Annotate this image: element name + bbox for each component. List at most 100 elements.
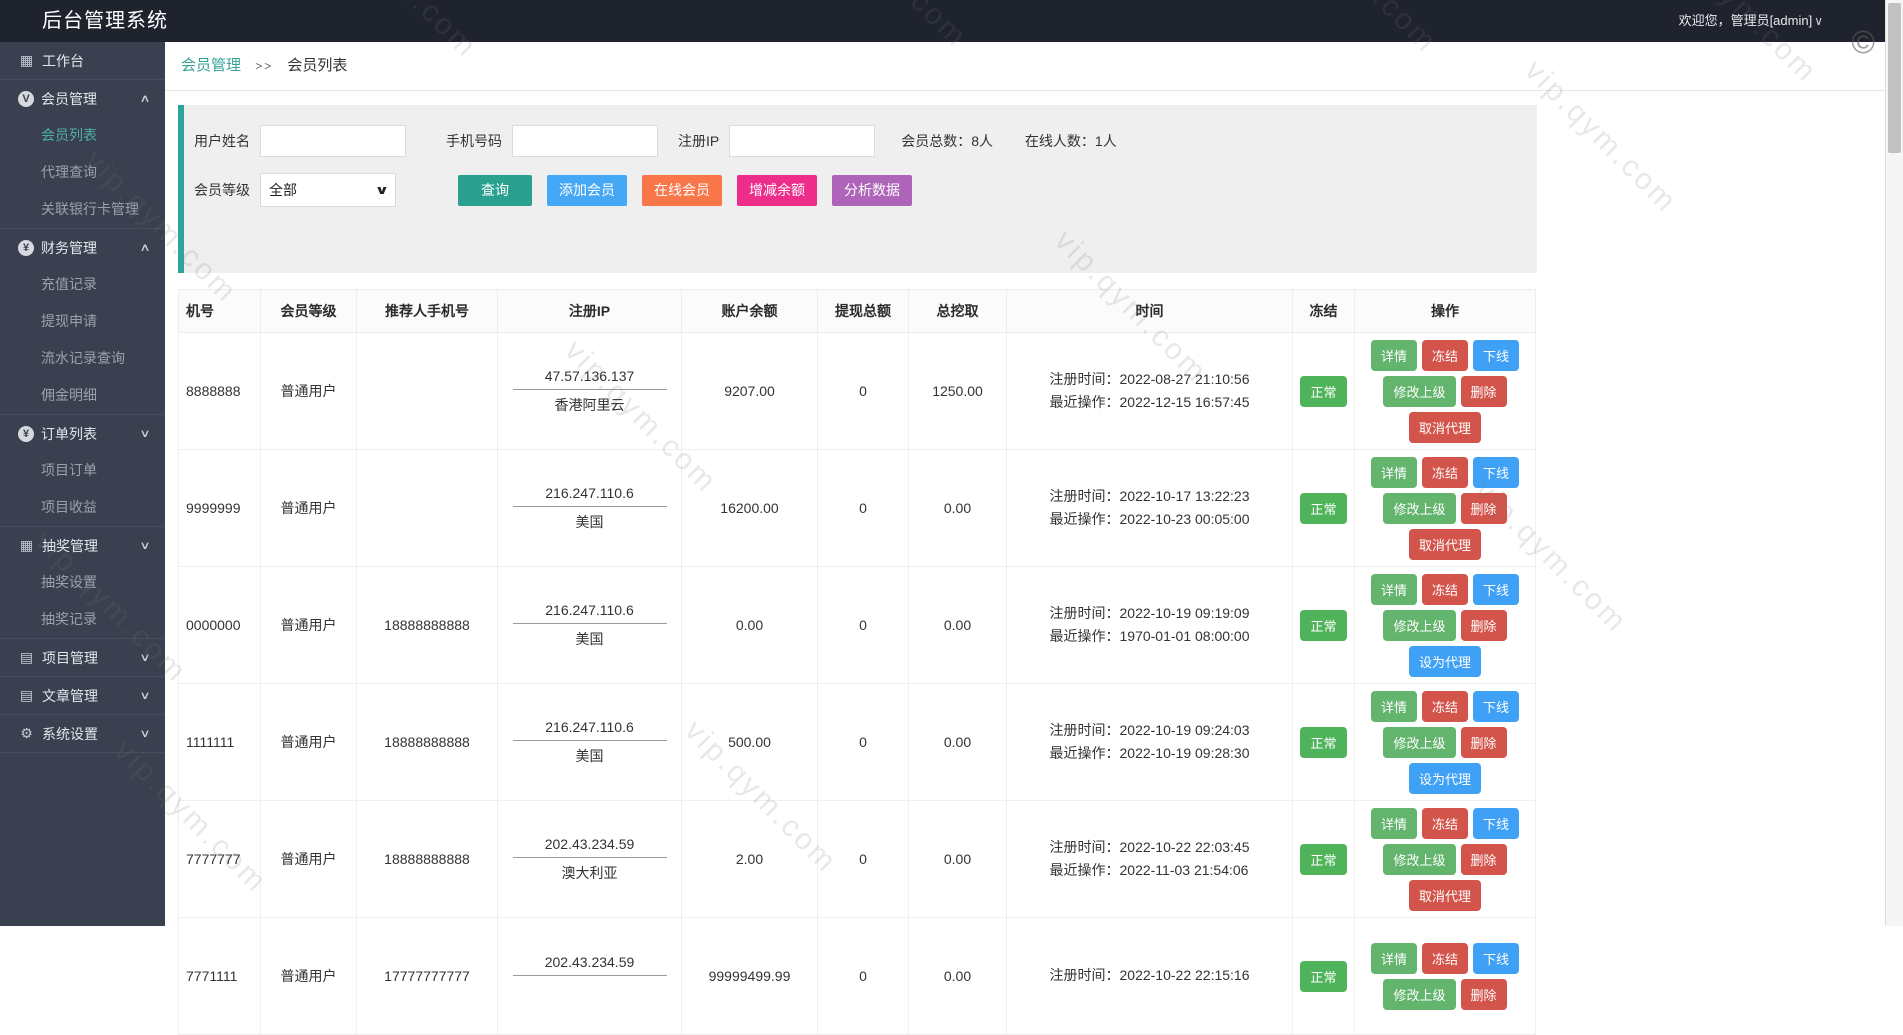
breadcrumb-parent-link[interactable]: 会员管理 <box>181 57 241 74</box>
ip-address: 216.247.110.6 <box>545 601 634 618</box>
offline-button[interactable]: 下线 <box>1473 339 1520 371</box>
phone-input[interactable] <box>512 125 658 157</box>
sidebar-item-article-management[interactable]: ▤ 文章管理 ∨ <box>0 677 165 714</box>
column-header: 注册IP <box>497 289 682 333</box>
freeze-button[interactable]: 冻结 <box>1421 456 1468 488</box>
username-input[interactable] <box>260 125 406 157</box>
delete-button[interactable]: 删除 <box>1460 843 1507 875</box>
modify-parent-button[interactable]: 修改上级 <box>1383 375 1456 407</box>
sidebar-item-lottery-management[interactable]: ▦ 抽奖管理 ∨ <box>0 527 165 564</box>
cell-register-ip: 216.247.110.6 美国 <box>497 566 682 684</box>
adjust-balance-button[interactable]: 增减余额 <box>737 174 817 206</box>
sidebar-subitem[interactable]: 项目收益 <box>0 489 165 526</box>
add-member-button[interactable]: 添加会员 <box>547 174 627 206</box>
detail-button[interactable]: 详情 <box>1370 573 1417 605</box>
sidebar-group-lottery-management: ▦ 抽奖管理 ∨ 抽奖设置 抽奖记录 <box>0 527 165 639</box>
cell-balance: 9207.00 <box>681 332 818 450</box>
offline-button[interactable]: 下线 <box>1473 807 1520 839</box>
sidebar-item-label: 工作台 <box>42 52 84 69</box>
offline-button[interactable]: 下线 <box>1473 456 1520 488</box>
sidebar-subitem[interactable]: 关联银行卡管理 <box>0 191 165 228</box>
finance-icon: ¥ <box>18 239 34 256</box>
agent-toggle-button[interactable]: 设为代理 <box>1408 645 1481 677</box>
column-header: 推荐人手机号 <box>356 289 498 333</box>
offline-button[interactable]: 下线 <box>1473 942 1520 974</box>
query-button[interactable]: 查询 <box>458 174 532 206</box>
chevron-down-icon: ∨ <box>139 540 151 552</box>
modify-parent-button[interactable]: 修改上级 <box>1383 492 1456 524</box>
cell-register-ip: 216.247.110.6 美国 <box>497 449 682 567</box>
agent-toggle-button[interactable]: 设为代理 <box>1408 762 1481 794</box>
modify-parent-button[interactable]: 修改上级 <box>1383 978 1456 1010</box>
detail-button[interactable]: 详情 <box>1370 690 1417 722</box>
agent-toggle-button[interactable]: 取消代理 <box>1408 411 1481 443</box>
detail-button[interactable]: 详情 <box>1370 942 1417 974</box>
status-badge[interactable]: 正常 <box>1300 843 1347 875</box>
ip-location: 澳大利亚 <box>561 864 618 881</box>
detail-button[interactable]: 详情 <box>1370 807 1417 839</box>
sidebar-item-workbench[interactable]: ▦ 工作台 <box>0 42 165 79</box>
top-header: 后台管理系统 欢迎您，管理员[admin] ∨ <box>0 0 1903 42</box>
table-row: 9999999 普通用户 216.247.110.6 美国 16200.00 0 0.00 注… <box>178 449 1536 567</box>
sidebar-subitem[interactable]: 抽奖设置 <box>0 564 165 601</box>
freeze-button[interactable]: 冻结 <box>1421 942 1468 974</box>
detail-button[interactable]: 详情 <box>1370 339 1417 371</box>
column-header: 操作 <box>1354 289 1536 333</box>
sidebar-subitem[interactable]: 提现申请 <box>0 303 165 340</box>
chevron-down-icon: ∨ <box>139 428 151 440</box>
sidebar-subitem[interactable]: 佣金明细 <box>0 377 165 414</box>
delete-button[interactable]: 删除 <box>1460 492 1507 524</box>
scrollbar-thumb[interactable] <box>1888 3 1901 153</box>
delete-button[interactable]: 删除 <box>1460 726 1507 758</box>
modify-parent-button[interactable]: 修改上级 <box>1383 726 1456 758</box>
user-menu[interactable]: 欢迎您，管理员[admin] ∨ <box>1679 0 1823 42</box>
delete-button[interactable]: 删除 <box>1460 978 1507 1010</box>
freeze-button[interactable]: 冻结 <box>1421 807 1468 839</box>
freeze-button[interactable]: 冻结 <box>1421 339 1468 371</box>
delete-button[interactable]: 删除 <box>1460 609 1507 641</box>
sidebar-item-project-management[interactable]: ▤ 项目管理 ∨ <box>0 639 165 676</box>
sidebar-subitem[interactable]: 项目订单 <box>0 452 165 489</box>
online-members-stat: 在线人数：1人 <box>1024 133 1117 149</box>
delete-button[interactable]: 删除 <box>1460 375 1507 407</box>
table-row: 7771111 普通用户 17777777777 202.43.234.59 99999… <box>178 917 1536 1035</box>
agent-toggle-button[interactable]: 取消代理 <box>1408 879 1481 911</box>
cell-referrer: 18888888888 <box>356 800 498 918</box>
sidebar-subitem[interactable]: 流水记录查询 <box>0 340 165 377</box>
cell-mined-total: 0.00 <box>908 566 1007 684</box>
column-header: 提现总额 <box>817 289 909 333</box>
cell-freeze-status: 正常 <box>1292 332 1355 450</box>
sidebar-item-system-settings[interactable]: ⚙ 系统设置 ∨ <box>0 715 165 752</box>
member-level-select[interactable]: 全部 ∨ <box>260 173 396 207</box>
freeze-button[interactable]: 冻结 <box>1421 573 1468 605</box>
column-header: 账户余额 <box>681 289 818 333</box>
status-badge[interactable]: 正常 <box>1300 609 1347 641</box>
cell-balance: 16200.00 <box>681 449 818 567</box>
sidebar-item-member-management[interactable]: V 会员管理 ∧ <box>0 80 165 117</box>
time-block: 注册时间：2022-10-22 22:03:45 最近操作：2022-11-03 … <box>1050 836 1250 882</box>
register-ip-input[interactable] <box>729 125 876 157</box>
sidebar-item-order-list[interactable]: ¥ 订单列表 ∨ <box>0 415 165 452</box>
modify-parent-button[interactable]: 修改上级 <box>1383 609 1456 641</box>
analyze-data-button[interactable]: 分析数据 <box>832 174 912 206</box>
agent-toggle-button[interactable]: 取消代理 <box>1408 528 1481 560</box>
sidebar-subitem[interactable]: 充值记录 <box>0 266 165 303</box>
action-buttons: 详情 冻结 下线 修改上级 删除取消代理 <box>1361 456 1529 560</box>
sidebar-item-finance-management[interactable]: ¥ 财务管理 ∧ <box>0 229 165 266</box>
sidebar-subitem[interactable]: 代理查询 <box>0 154 165 191</box>
status-badge[interactable]: 正常 <box>1300 492 1347 524</box>
status-badge[interactable]: 正常 <box>1300 960 1347 992</box>
scrollbar-track[interactable] <box>1885 0 1903 926</box>
table-row: 8888888 普通用户 47.57.136.137 香港阿里云 9207.00 0 125… <box>178 332 1536 450</box>
sidebar-subitem[interactable]: 抽奖记录 <box>0 601 165 638</box>
cell-register-ip: 202.43.234.59 <box>497 917 682 1035</box>
sidebar-subitem[interactable]: 会员列表 <box>0 117 165 154</box>
detail-button[interactable]: 详情 <box>1370 456 1417 488</box>
online-members-button[interactable]: 在线会员 <box>642 174 722 206</box>
offline-button[interactable]: 下线 <box>1473 690 1520 722</box>
freeze-button[interactable]: 冻结 <box>1421 690 1468 722</box>
modify-parent-button[interactable]: 修改上级 <box>1383 843 1456 875</box>
status-badge[interactable]: 正常 <box>1300 726 1347 758</box>
offline-button[interactable]: 下线 <box>1473 573 1520 605</box>
status-badge[interactable]: 正常 <box>1300 375 1347 407</box>
